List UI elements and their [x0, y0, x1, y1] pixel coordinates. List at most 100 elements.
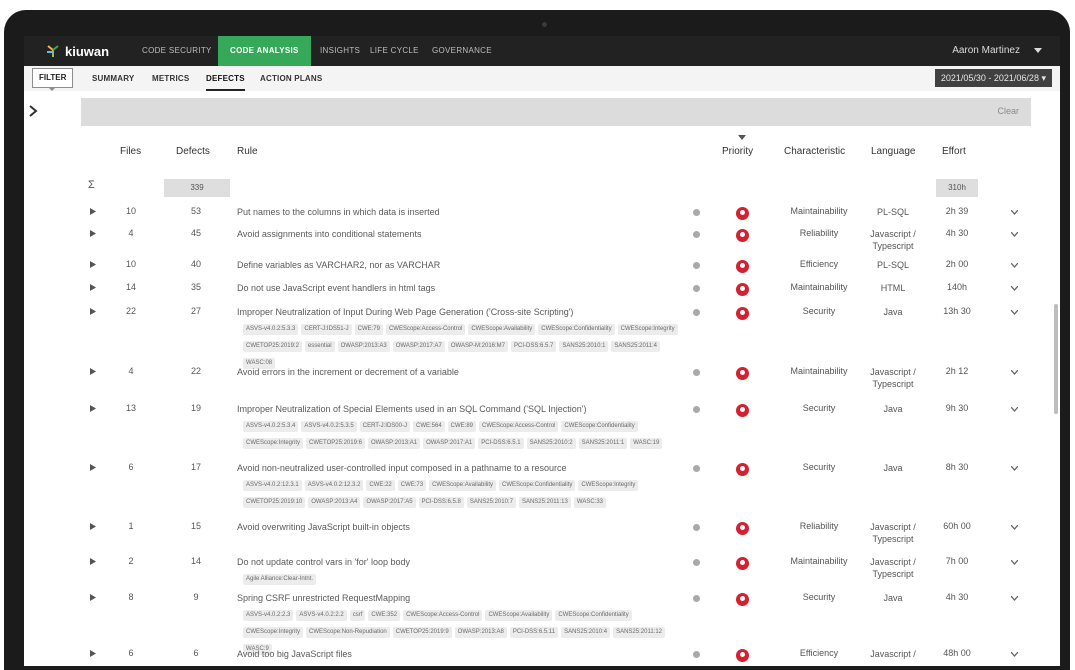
rule-name[interactable]: Avoid assignments into conditional state… — [237, 228, 679, 241]
rule-tag: CWEScope:Confidentiality — [555, 610, 632, 621]
filter-button[interactable]: FILTER — [32, 68, 74, 88]
rule-name[interactable]: Improper Neutralization of Input During … — [237, 306, 679, 319]
characteristic: Security — [802, 592, 836, 602]
rule-name[interactable]: Avoid overwriting JavaScript built-in ob… — [237, 521, 679, 534]
info-icon[interactable] — [693, 285, 700, 292]
rule-name[interactable]: Spring CSRF unrestricted RequestMapping — [237, 592, 679, 605]
files-count: 2 — [128, 556, 134, 566]
language: Java — [883, 404, 903, 414]
expand-row-icon[interactable] — [90, 230, 96, 237]
rule-name[interactable]: Avoid errors in the increment or decreme… — [237, 366, 679, 379]
info-icon[interactable] — [693, 309, 700, 316]
scrollbar[interactable] — [1054, 304, 1058, 414]
chevron-down-icon[interactable] — [1011, 232, 1018, 237]
defects-count: 6 — [193, 648, 199, 658]
chevron-down-icon[interactable] — [1011, 370, 1018, 375]
rule-tag: PCI-DSS:6.5.7 — [511, 341, 557, 352]
info-icon[interactable] — [693, 524, 700, 531]
expand-row-icon[interactable] — [90, 208, 96, 215]
defects-count: 35 — [190, 282, 201, 292]
rule-tag: SANS25:2010:1 — [559, 341, 609, 352]
rule-name[interactable]: Do not use JavaScript event handlers in … — [237, 282, 679, 295]
rule-name[interactable]: Do not update control vars in 'for' loop… — [237, 556, 679, 569]
expand-row-icon[interactable] — [90, 308, 96, 315]
date-range-text: 2021/05/30 - 2021/06/28 — [940, 73, 1039, 83]
files-count: 4 — [128, 228, 134, 238]
tab-metrics[interactable]: METRICS — [152, 66, 189, 91]
defects-count: 14 — [190, 556, 201, 566]
chevron-down-icon[interactable] — [1011, 210, 1018, 215]
tab-action-plans[interactable]: ACTION PLANS — [260, 66, 322, 91]
chevron-down-icon[interactable] — [1011, 652, 1018, 657]
expand-row-icon[interactable] — [90, 594, 96, 601]
column-header-language[interactable]: Language — [871, 146, 916, 157]
rule-tag: SANS25:2010:4 — [561, 627, 611, 638]
info-icon[interactable] — [693, 465, 700, 472]
effort: 13h 30 — [943, 306, 971, 316]
tab-defects[interactable]: DEFECTS — [206, 66, 245, 91]
characteristic: Maintainability — [790, 282, 848, 292]
logo[interactable]: kiuwan — [46, 42, 109, 60]
chevron-down-icon[interactable] — [1011, 407, 1018, 412]
rule-tag: CWEScope:Integrity — [243, 438, 304, 449]
effort: 48h 00 — [943, 648, 971, 658]
chevron-down-icon[interactable] — [1011, 466, 1018, 471]
characteristic: Maintainability — [790, 206, 848, 216]
expand-row-icon[interactable] — [90, 558, 96, 565]
column-header-files[interactable]: Files — [120, 146, 141, 157]
info-icon[interactable] — [693, 369, 700, 376]
info-icon[interactable] — [693, 651, 700, 658]
info-icon[interactable] — [693, 559, 700, 566]
rule-name[interactable]: Define variables as VARCHAR2, nor as VAR… — [237, 259, 679, 272]
info-icon[interactable] — [693, 231, 700, 238]
priority-very-high-icon — [736, 557, 749, 570]
nav-governance[interactable]: GOVERNANCE — [432, 36, 492, 66]
user-menu[interactable]: Aaron Martinez — [952, 36, 1020, 66]
rule-tag: CWEScope:Integrity — [243, 627, 304, 638]
clear-button[interactable]: Clear — [997, 106, 1019, 116]
nav-life-cycle[interactable]: LIFE CYCLE — [370, 36, 419, 66]
column-header-characteristic[interactable]: Characteristic — [784, 146, 845, 157]
info-icon[interactable] — [693, 595, 700, 602]
chevron-down-icon[interactable] — [1011, 560, 1018, 565]
info-icon[interactable] — [693, 406, 700, 413]
chevron-down-icon[interactable] — [1011, 310, 1018, 315]
rule-tag: csrf — [349, 610, 366, 621]
chevron-down-icon[interactable] — [1011, 286, 1018, 291]
column-header-priority[interactable]: Priority — [722, 146, 753, 157]
rule-name[interactable]: Put names to the columns in which data i… — [237, 206, 679, 219]
rule-tag: OWASP:2013:A1 — [367, 438, 421, 449]
kiuwan-logo-icon — [47, 45, 59, 57]
column-header-defects[interactable]: Defects — [176, 146, 210, 157]
rule-tag: CWETOP25:2019:2 — [243, 341, 302, 352]
expand-row-icon[interactable] — [90, 464, 96, 471]
rule-name[interactable]: Avoid non-neutralized user-controlled in… — [237, 462, 679, 475]
date-range-selector[interactable]: 2021/05/30 - 2021/06/28 ▾ — [934, 69, 1052, 87]
rule-name[interactable]: Avoid too big JavaScript files — [237, 648, 679, 661]
language: HTML — [880, 283, 906, 293]
column-header-effort[interactable]: Effort — [942, 146, 966, 157]
language: Javascript / Typescript — [870, 522, 916, 544]
rule-tag: CWETOP25:2019:6 — [306, 438, 365, 449]
nav-code-security[interactable]: CODE SECURITY — [142, 36, 212, 66]
chevron-down-icon[interactable] — [1011, 596, 1018, 601]
expand-row-icon[interactable] — [90, 405, 96, 412]
info-icon[interactable] — [693, 209, 700, 216]
rule-name[interactable]: Improper Neutralization of Special Eleme… — [237, 403, 679, 416]
expand-row-icon[interactable] — [90, 368, 96, 375]
expand-side-panel-icon[interactable] — [28, 105, 38, 117]
expand-row-icon[interactable] — [90, 650, 96, 657]
nav-insights[interactable]: INSIGHTS — [320, 36, 360, 66]
chevron-down-icon[interactable] — [1011, 263, 1018, 268]
rule-tag: ASVS-v4.0.2:12.3.1 — [243, 480, 302, 491]
column-header-rule[interactable]: Rule — [237, 146, 258, 157]
expand-row-icon[interactable] — [90, 523, 96, 530]
expand-row-icon[interactable] — [90, 261, 96, 268]
nav-code-analysis[interactable]: CODE ANALYSIS — [218, 36, 311, 66]
chevron-down-icon[interactable] — [1034, 48, 1042, 54]
rule-tag: OWASP:2017:A5 — [363, 497, 416, 508]
info-icon[interactable] — [693, 262, 700, 269]
chevron-down-icon[interactable] — [1011, 525, 1018, 530]
expand-row-icon[interactable] — [90, 284, 96, 291]
tab-summary[interactable]: SUMMARY — [92, 66, 134, 91]
